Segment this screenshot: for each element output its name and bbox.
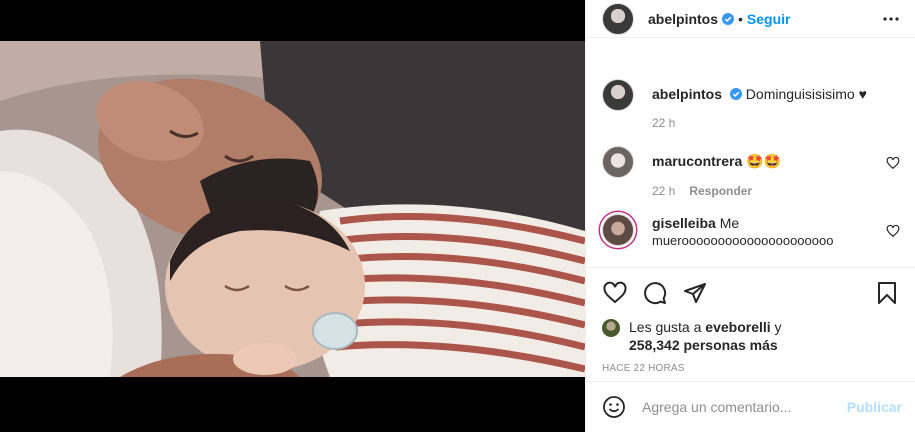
comment-text: Me bbox=[719, 215, 740, 231]
comment-body: marucontrera 🤩🤩 22 h Responder bbox=[652, 146, 900, 198]
reply-button[interactable]: Responder bbox=[689, 184, 752, 198]
comments-list: abelpintos Dominguisisisimo ♥ 22 h maruc… bbox=[586, 68, 915, 250]
verified-badge-icon bbox=[729, 88, 742, 100]
post-media-pane bbox=[0, 0, 585, 432]
caption-text-line: abelpintos Dominguisisisimo ♥ bbox=[652, 85, 872, 103]
post-actions: Les gusta a eveborelli y 258,342 persona… bbox=[586, 267, 915, 374]
action-icon-row bbox=[602, 279, 900, 307]
post-photo-illustration bbox=[0, 41, 585, 377]
comment-item: marucontrera 🤩🤩 22 h Responder bbox=[586, 146, 915, 198]
more-options-icon[interactable] bbox=[881, 9, 901, 29]
comment-author[interactable]: marucontrera bbox=[652, 153, 742, 169]
commenter-avatar[interactable] bbox=[602, 146, 634, 178]
comment-text-line: marucontrera 🤩🤩 bbox=[652, 152, 872, 170]
bookmark-icon[interactable] bbox=[874, 280, 900, 306]
comment-author[interactable]: giselleiba bbox=[652, 215, 716, 231]
caption-author[interactable]: abelpintos bbox=[652, 86, 722, 102]
caption-author-avatar[interactable] bbox=[602, 79, 634, 111]
post-photo[interactable] bbox=[0, 41, 585, 377]
caption-time[interactable]: 22 h bbox=[652, 116, 675, 130]
author-avatar[interactable] bbox=[602, 2, 634, 35]
likes-summary: Les gusta a eveborelli y 258,342 persona… bbox=[602, 318, 900, 354]
comment-time[interactable]: 22 h bbox=[652, 184, 675, 198]
likes-count[interactable]: 258,342 personas más bbox=[629, 337, 778, 353]
heart-icon[interactable] bbox=[886, 156, 900, 170]
heart-icon[interactable] bbox=[886, 224, 900, 238]
author-username[interactable]: abelpintos bbox=[648, 11, 718, 27]
comment-bubble-icon[interactable] bbox=[642, 280, 668, 306]
header-separator: • bbox=[738, 10, 743, 27]
post-header: abelpintos • Seguir bbox=[586, 0, 915, 38]
commenter-avatar[interactable] bbox=[602, 214, 634, 246]
comment-meta: 22 h Responder bbox=[652, 184, 872, 198]
likes-prefix: Les gusta a bbox=[629, 319, 702, 335]
publish-button[interactable]: Publicar bbox=[847, 399, 902, 415]
paper-plane-icon[interactable] bbox=[682, 280, 708, 306]
comment-text-line: giselleiba Me bbox=[652, 214, 872, 232]
post-timestamp[interactable]: Hace 22 horas bbox=[602, 363, 900, 374]
comment-item: giselleiba Me muerooooooooooooooooooooo bbox=[586, 214, 915, 250]
comment-text: 🤩🤩 bbox=[746, 153, 782, 169]
likes-and: y bbox=[774, 319, 782, 335]
liker-username[interactable]: eveborelli bbox=[705, 319, 770, 335]
emoji-smiley-icon[interactable] bbox=[602, 395, 626, 419]
heart-icon[interactable] bbox=[602, 280, 628, 306]
post-caption: abelpintos Dominguisisisimo ♥ 22 h bbox=[586, 79, 915, 130]
likes-text: Les gusta a eveborelli y 258,342 persona… bbox=[629, 318, 782, 354]
comment-input[interactable] bbox=[642, 399, 847, 415]
caption-body: abelpintos Dominguisisisimo ♥ 22 h bbox=[652, 79, 900, 130]
add-comment-bar: Publicar bbox=[586, 381, 915, 432]
caption-meta: 22 h bbox=[652, 116, 872, 130]
follow-button[interactable]: Seguir bbox=[747, 11, 791, 27]
comment-text-continued: muerooooooooooooooooooooo bbox=[652, 233, 834, 248]
liker-avatar[interactable] bbox=[602, 319, 620, 337]
post-sidebar: abelpintos • Seguir abelpintos Dominguis… bbox=[585, 0, 915, 432]
verified-badge-icon bbox=[722, 12, 735, 25]
comment-body: giselleiba Me muerooooooooooooooooooooo bbox=[652, 214, 900, 250]
caption-text: Dominguisisisimo ♥ bbox=[745, 86, 867, 102]
